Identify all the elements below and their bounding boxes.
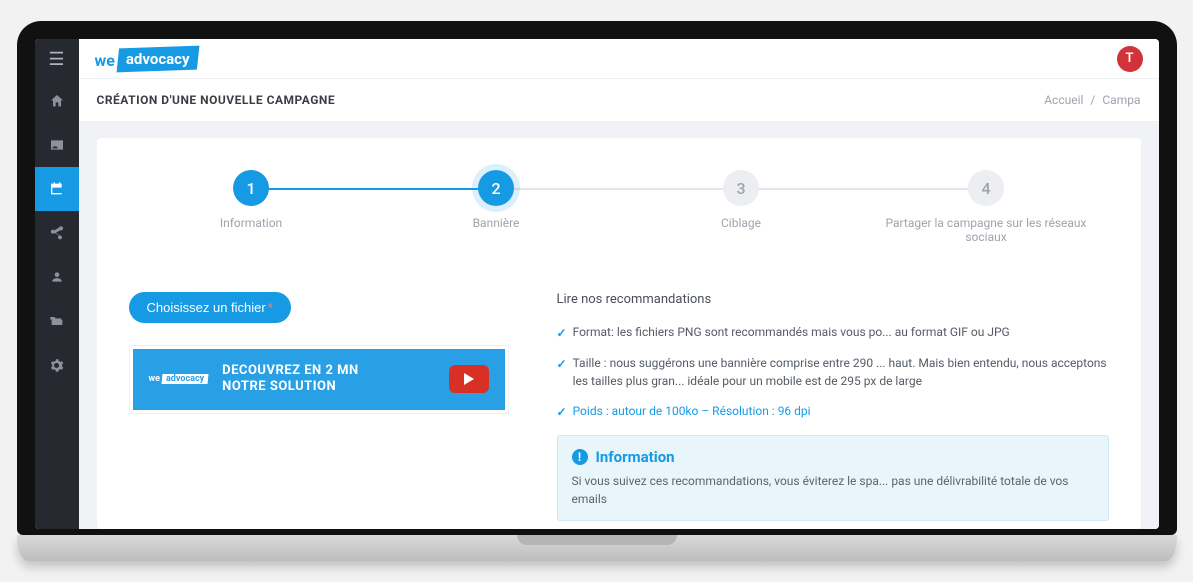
sidebar-item-settings[interactable]	[35, 343, 79, 387]
logo[interactable]: we advocacy	[95, 47, 198, 71]
home-icon	[49, 93, 65, 109]
laptop-mockup: ☰	[17, 21, 1177, 561]
info-box: ! Information Si vous suivez ces recomma…	[557, 435, 1109, 521]
info-body: Si vous suivez ces recommandations, vous…	[572, 472, 1094, 508]
sidebar-item-contacts[interactable]	[35, 123, 79, 167]
step-banniere[interactable]: 2 Bannière	[374, 170, 619, 230]
play-icon[interactable]	[449, 365, 489, 393]
sidebar-item-user[interactable]	[35, 255, 79, 299]
banner-text: DECOUVREZ EN 2 MN NOTRE SOLUTION	[222, 363, 359, 396]
sidebar-item-share[interactable]	[35, 211, 79, 255]
step-information[interactable]: 1 Information	[129, 170, 374, 230]
hamburger-menu-icon[interactable]: ☰	[35, 39, 79, 79]
avatar[interactable]: T	[1117, 46, 1143, 72]
logo-we: we	[95, 51, 115, 70]
page-title: CRÉATION D'UNE NOUVELLE CAMPAGNE	[97, 93, 336, 107]
check-icon: ✓	[557, 324, 567, 342]
step-ciblage[interactable]: 3 Ciblage	[619, 170, 864, 230]
page-header: CRÉATION D'UNE NOUVELLE CAMPAGNE Accueil…	[79, 79, 1159, 122]
share-icon	[49, 225, 65, 241]
step-partager[interactable]: 4 Partager la campagne sur les réseaux s…	[864, 170, 1109, 244]
topbar: we advocacy T	[79, 39, 1159, 79]
check-icon: ✓	[557, 355, 567, 390]
choose-file-button[interactable]: Choisissez un fichier*	[129, 292, 291, 323]
banner-mini-logo: we advocacy	[149, 374, 209, 384]
logo-advocacy: advocacy	[118, 47, 198, 71]
banner-preview: we advocacy DECOUVREZ EN 2 MN NOTRE SOLU…	[129, 345, 509, 414]
gear-icon	[49, 358, 64, 373]
sidebar-item-campaigns[interactable]	[35, 167, 79, 211]
sidebar-item-media[interactable]	[35, 299, 79, 343]
recommendation-item: ✓ Poids : autour de 100ko – Résolution :…	[557, 402, 1109, 421]
id-card-icon	[49, 137, 65, 153]
breadcrumb-home[interactable]: Accueil	[1044, 93, 1083, 107]
breadcrumb-current: Campa	[1102, 93, 1140, 107]
recommendation-item: ✓ Format: les fichiers PNG sont recomman…	[557, 323, 1109, 342]
breadcrumb: Accueil / Campa	[1044, 93, 1140, 107]
folders-icon	[49, 313, 65, 329]
person-icon	[50, 270, 64, 284]
recommendation-item: ✓ Taille : nous suggérons une bannière c…	[557, 354, 1109, 390]
check-icon: ✓	[557, 403, 567, 421]
wizard-steps: 1 Information 2 Bannière 3 Ciblage	[129, 170, 1109, 244]
recommendations-title: Lire nos recommandations	[557, 292, 1109, 307]
sidebar-item-home[interactable]	[35, 79, 79, 123]
left-sidebar: ☰	[35, 39, 79, 529]
info-icon: !	[572, 449, 588, 465]
calendar-icon	[49, 181, 65, 197]
info-title: Information	[596, 448, 675, 466]
